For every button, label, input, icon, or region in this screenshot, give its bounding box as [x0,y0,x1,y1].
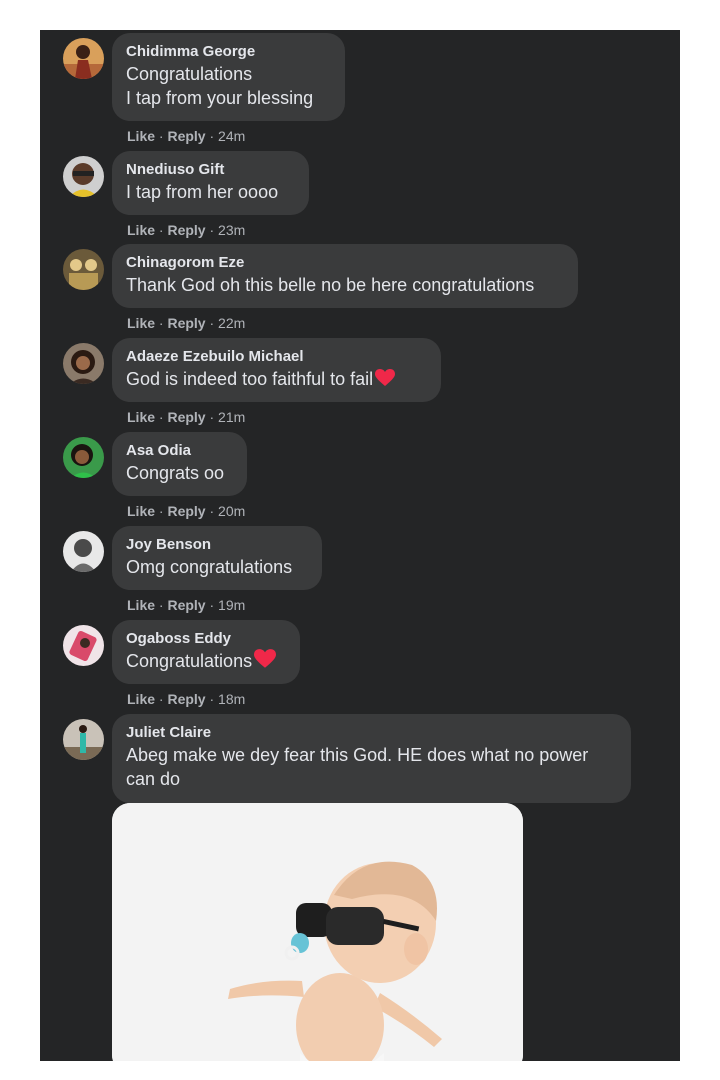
like-link[interactable]: Like [127,691,155,707]
separator: · [158,315,164,331]
heart-icon [254,649,277,668]
comment-author[interactable]: Ogaboss Eddy [126,629,286,649]
separator: · [158,409,164,425]
avatar-photo-icon [63,437,104,478]
gif-attachment[interactable] [112,803,523,1061]
like-link[interactable]: Like [127,409,155,425]
comment-bubble: Asa Odia Congrats oo [112,432,247,496]
comment-timestamp[interactable]: 22m [218,315,245,331]
comment-timestamp[interactable]: 20m [218,503,245,519]
comment-timestamp[interactable]: 24m [218,128,245,144]
avatar[interactable] [63,437,104,478]
comment-author[interactable]: Chidimma George [126,42,331,62]
comment-author[interactable]: Nnediuso Gift [126,160,295,180]
comment-actions: Like · Reply · 24m [127,127,245,145]
comment-text: I tap from her oooo [126,182,279,202]
separator: · [158,128,164,144]
avatar[interactable] [63,156,104,197]
comment-bubble: Ogaboss Eddy Congratulations [112,620,300,684]
comment-timestamp[interactable]: 18m [218,691,245,707]
separator: · [209,128,215,144]
avatar-photo-icon [63,343,104,384]
comment-timestamp[interactable]: 23m [218,222,245,238]
separator: · [209,597,215,613]
comment-bubble: Chinagorom Eze Thank God oh this belle n… [112,244,578,308]
comment-text: Abeg make we dey fear this God. HE does … [126,745,589,765]
comment-bubble: Adaeze Ezebuilo Michael God is indeed to… [112,338,441,402]
comment-actions: Like · Reply · 19m [127,596,245,614]
comment-text: Congratulations [126,649,286,673]
comment-timestamp[interactable]: 21m [218,409,245,425]
reply-link[interactable]: Reply [167,128,205,144]
comment-actions: Like · Reply · 22m [127,314,245,332]
avatar-photo-icon [63,38,104,79]
separator: · [209,409,215,425]
comment-timestamp[interactable]: 19m [218,597,245,613]
avatar-photo-icon [63,156,104,197]
avatar-photo-icon [63,625,104,666]
like-link[interactable]: Like [127,503,155,519]
like-link[interactable]: Like [127,597,155,613]
comment-actions: Like · Reply · 18m [127,690,245,708]
like-link[interactable]: Like [127,315,155,331]
separator: · [209,691,215,707]
comment-text: can do [126,769,181,789]
comment-author[interactable]: Juliet Claire [126,723,617,743]
comment-author[interactable]: Joy Benson [126,535,308,555]
reply-link[interactable]: Reply [167,222,205,238]
avatar-photo-icon [63,531,104,572]
comment-text: Congrats oo [126,463,225,483]
avatar[interactable] [63,38,104,79]
comment-author[interactable]: Asa Odia [126,441,233,461]
separator: · [158,597,164,613]
heart-icon [375,369,396,386]
comment-text-line: Congratulations [126,651,253,671]
like-link[interactable]: Like [127,222,155,238]
comment-author[interactable]: Adaeze Ezebuilo Michael [126,347,427,367]
comment-text: I tap from your blessing [126,88,314,108]
comment-actions: Like · Reply · 21m [127,408,245,426]
reply-link[interactable]: Reply [167,597,205,613]
avatar[interactable] [63,531,104,572]
separator: · [158,503,164,519]
avatar-photo-icon [63,249,104,290]
comment-text: God is indeed too faithful to fail [126,367,427,391]
like-link[interactable]: Like [127,128,155,144]
avatar-photo-icon [63,719,104,760]
reply-link[interactable]: Reply [167,691,205,707]
comments-panel: Chidimma George Congratulations I tap fr… [40,30,680,1061]
reply-link[interactable]: Reply [167,409,205,425]
avatar[interactable] [63,249,104,290]
comment-bubble: Joy Benson Omg congratulations [112,526,322,590]
separator: · [209,222,215,238]
comment-text: Thank God oh this belle no be here congr… [126,275,535,295]
avatar[interactable] [63,719,104,760]
reply-link[interactable]: Reply [167,503,205,519]
comment-actions: Like · Reply · 20m [127,502,245,520]
comment-bubble: Nnediuso Gift I tap from her oooo [112,151,309,215]
comment-text-line: God is indeed too faithful to fail [126,369,374,389]
avatar[interactable] [63,343,104,384]
comment-text: Omg congratulations [126,557,293,577]
comment-bubble: Chidimma George Congratulations I tap fr… [112,33,345,121]
separator: · [209,315,215,331]
comment-actions: Like · Reply · 23m [127,221,245,239]
separator: · [158,691,164,707]
avatar[interactable] [63,625,104,666]
comment-author[interactable]: Chinagorom Eze [126,253,564,273]
comment-text: Congratulations [126,64,253,84]
separator: · [158,222,164,238]
reply-link[interactable]: Reply [167,315,205,331]
comment-bubble: Juliet Claire Abeg make we dey fear this… [112,714,631,803]
separator: · [209,503,215,519]
baby-sunglasses-gif-icon [112,803,523,1061]
